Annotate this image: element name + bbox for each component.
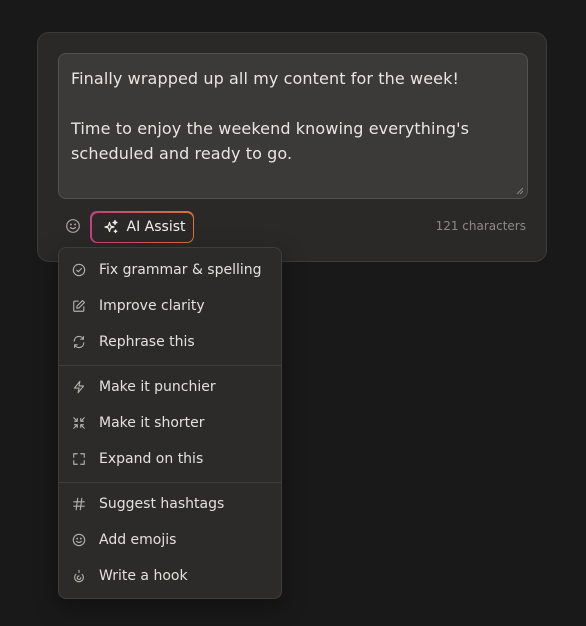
menu-item-label: Rephrase this <box>99 334 195 350</box>
menu-item-punchier[interactable]: Make it punchier <box>59 369 281 405</box>
hash-icon <box>71 496 87 512</box>
menu-item-label: Make it shorter <box>99 415 205 431</box>
page-background: Finally wrapped up all my content for th… <box>0 0 586 626</box>
smile-icon <box>66 219 80 233</box>
menu-item-label: Expand on this <box>99 451 204 467</box>
maximize-icon <box>71 451 87 467</box>
refresh-icon <box>71 334 87 350</box>
menu-item-hashtags[interactable]: Suggest hashtags <box>59 486 281 522</box>
menu-item-expand[interactable]: Expand on this <box>59 441 281 477</box>
menu-item-shorter[interactable]: Make it shorter <box>59 405 281 441</box>
ai-assist-label: AI Assist <box>126 219 186 235</box>
menu-item-label: Make it punchier <box>99 379 216 395</box>
sparkles-icon <box>103 219 118 234</box>
lightning-icon <box>71 379 87 395</box>
menu-item-label: Write a hook <box>99 568 188 584</box>
post-text[interactable]: Finally wrapped up all my content for th… <box>71 66 516 166</box>
resize-handle-icon[interactable] <box>516 187 524 195</box>
menu-item-label: Add emojis <box>99 532 177 548</box>
menu-divider <box>59 482 281 483</box>
hook-icon <box>71 568 87 584</box>
post-composer-card: Finally wrapped up all my content for th… <box>37 32 547 262</box>
post-textarea[interactable]: Finally wrapped up all my content for th… <box>58 53 528 199</box>
emoji-button[interactable] <box>63 216 83 236</box>
menu-item-label: Fix grammar & spelling <box>99 262 262 278</box>
menu-item-label: Suggest hashtags <box>99 496 225 512</box>
menu-divider <box>59 365 281 366</box>
menu-item-fix-grammar[interactable]: Fix grammar & spelling <box>59 252 281 288</box>
edit-icon <box>71 298 87 314</box>
character-count: 121 characters <box>435 219 526 233</box>
minimize-icon <box>71 415 87 431</box>
menu-item-improve-clarity[interactable]: Improve clarity <box>59 288 281 324</box>
ai-assist-button[interactable]: AI Assist <box>90 211 194 243</box>
menu-item-emojis[interactable]: Add emojis <box>59 522 281 558</box>
menu-item-hook[interactable]: Write a hook <box>59 558 281 594</box>
menu-item-label: Improve clarity <box>99 298 205 314</box>
ai-assist-menu: Fix grammar & spelling Improve clarity R… <box>58 247 282 599</box>
menu-item-rephrase[interactable]: Rephrase this <box>59 324 281 360</box>
check-circle-icon <box>71 262 87 278</box>
smile-icon <box>71 532 87 548</box>
